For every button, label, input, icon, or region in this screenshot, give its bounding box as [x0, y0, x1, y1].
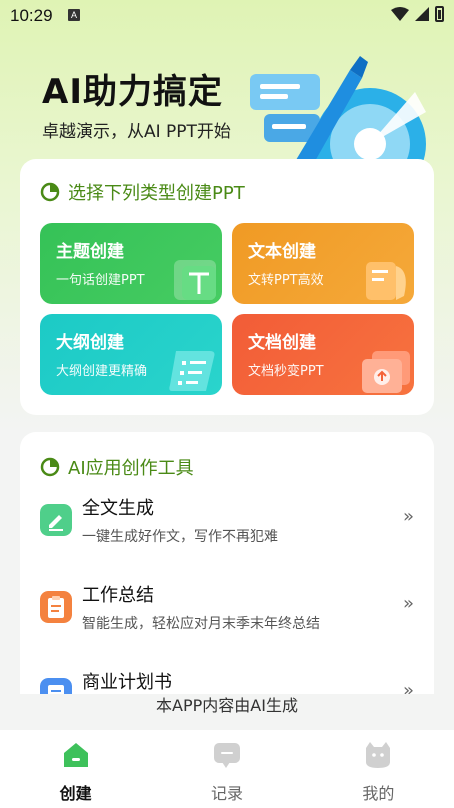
- chat-icon: [213, 743, 240, 768]
- chevron-right-icon: »: [402, 593, 414, 614]
- tools-section-header: AI应用创作工具: [40, 454, 194, 480]
- tile-subtitle: 文转PPT高效: [248, 273, 324, 288]
- tile-topic-create[interactable]: 主题创建 一句话创建PPT: [40, 223, 222, 304]
- nav-create[interactable]: 创建: [0, 730, 151, 808]
- status-bar: 10:29 A: [0, 0, 454, 32]
- tool-name: 商业计划书: [82, 672, 172, 693]
- tile-title: 大纲创建: [56, 333, 124, 353]
- outline-list-icon: [169, 351, 215, 391]
- nav-label: 记录: [210, 784, 243, 803]
- tool-name: 工作总结: [82, 585, 154, 606]
- ai-tools-card: AI应用创作工具 全文生成 一键生成好作文，写作不再犯难 » 工作总结 智能生成…: [20, 432, 434, 694]
- hero-illustration: [250, 56, 426, 170]
- tool-desc: 一键生成好作文，写作不再犯难: [82, 529, 278, 545]
- tile-title: 文本创建: [248, 242, 316, 262]
- tool-item-work-summary[interactable]: 工作总结 智能生成，轻松应对月末季末年终总结 »: [20, 575, 434, 645]
- battery-icon: [435, 6, 444, 22]
- ai-content-notice: 本APP内容由AI生成: [156, 696, 298, 715]
- tile-outline-create[interactable]: 大纲创建 大纲创建更精确: [40, 314, 222, 395]
- tool-name: 全文生成: [82, 498, 154, 519]
- tool-item-full-text[interactable]: 全文生成 一键生成好作文，写作不再犯难 »: [20, 488, 434, 558]
- tile-title: 主题创建: [56, 242, 124, 262]
- pen-doc-icon: [40, 504, 72, 536]
- tile-title: 文档创建: [248, 333, 316, 353]
- nav-records[interactable]: 记录: [151, 730, 302, 808]
- status-time: 10:29: [10, 6, 53, 25]
- pie-chart-icon: [40, 457, 60, 477]
- nav-label: 我的: [362, 784, 395, 803]
- hero-subtitle: 卓越演示，从AI PPT开始: [42, 122, 231, 142]
- bottom-nav: 创建 记录 我的: [0, 730, 454, 808]
- pie-chart-icon: [40, 182, 60, 202]
- chevron-right-icon: »: [402, 506, 414, 527]
- wifi-icon: [391, 7, 409, 21]
- tile-subtitle: 大纲创建更精确: [56, 364, 148, 379]
- tool-item-business-plan[interactable]: 商业计划书 »: [20, 662, 434, 694]
- tool-desc: 智能生成，轻松应对月末季末年终总结: [82, 616, 320, 632]
- profile-icon: [366, 742, 391, 768]
- create-ppt-card: 选择下列类型创建PPT 主题创建 一句话创建PPT 文本创建 文转PPT高效 大…: [20, 159, 434, 415]
- text-doc-icon: [366, 262, 406, 300]
- signal-icon: [415, 7, 429, 21]
- tile-subtitle: 一句话创建PPT: [56, 273, 145, 288]
- tile-subtitle: 文档秒变PPT: [248, 364, 324, 379]
- tile-document-create[interactable]: 文档创建 文档秒变PPT: [232, 314, 414, 395]
- hero-title: AI助力搞定: [42, 72, 223, 112]
- notification-icon: A: [68, 9, 80, 21]
- create-section-title: 选择下列类型创建PPT: [68, 183, 245, 204]
- tile-text-create[interactable]: 文本创建 文转PPT高效: [232, 223, 414, 304]
- upload-doc-icon: [362, 351, 410, 393]
- tools-section-title: AI应用创作工具: [68, 458, 194, 479]
- nav-profile[interactable]: 我的: [303, 730, 454, 808]
- create-section-header: 选择下列类型创建PPT: [40, 179, 245, 205]
- text-t-icon: [174, 260, 216, 300]
- clipboard-icon: [40, 591, 72, 623]
- home-icon: [63, 743, 88, 767]
- nav-label: 创建: [59, 784, 92, 803]
